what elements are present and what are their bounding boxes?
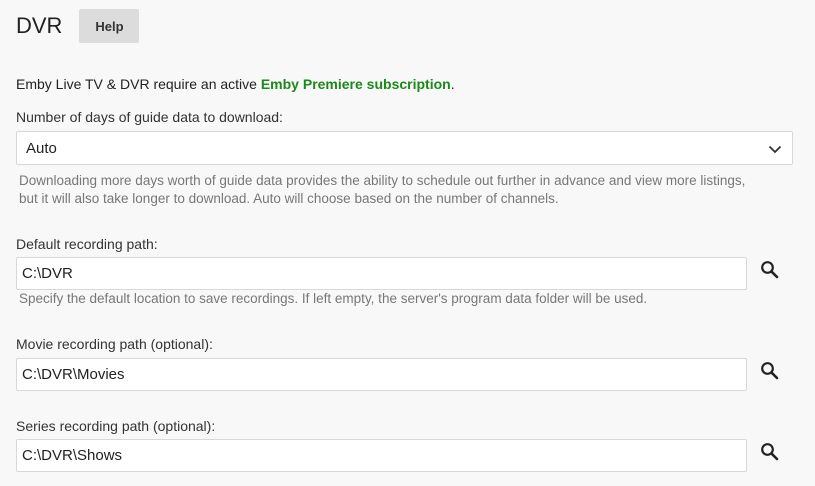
guide-days-select[interactable]: Auto	[16, 131, 793, 165]
chevron-down-icon	[768, 145, 782, 154]
series-path-browse-button[interactable]	[754, 436, 786, 468]
page-header: DVR Help	[16, 9, 140, 43]
page-title: DVR	[16, 13, 63, 38]
default-path-label: Default recording path:	[16, 236, 158, 252]
movie-path-label: Movie recording path (optional):	[16, 336, 213, 352]
guide-days-help-line2: but it will also take longer to download…	[19, 191, 559, 206]
guide-days-label: Number of days of guide data to download…	[16, 109, 283, 125]
premiere-subscription-link[interactable]: Emby Premiere subscription	[261, 76, 451, 92]
default-path-help: Specify the default location to save rec…	[19, 291, 648, 306]
premiere-notice-text: Emby Live TV & DVR require an active	[16, 76, 261, 92]
default-path-input[interactable]	[16, 257, 747, 290]
search-icon	[761, 443, 779, 461]
premiere-notice-suffix: .	[450, 76, 455, 92]
series-path-input[interactable]	[16, 439, 747, 472]
guide-days-help-line1: Downloading more days worth of guide dat…	[19, 173, 746, 188]
series-path-label: Series recording path (optional):	[16, 418, 216, 434]
movie-path-browse-button[interactable]	[754, 355, 786, 387]
search-icon	[761, 362, 779, 380]
dvr-settings-page: DVR Help Emby Live TV & DVR require an a…	[0, 0, 815, 486]
default-path-browse-button[interactable]	[754, 254, 786, 286]
premiere-notice: Emby Live TV & DVR require an active Emb…	[16, 76, 455, 92]
help-button[interactable]: Help	[79, 9, 140, 43]
movie-path-input[interactable]	[16, 358, 747, 391]
search-icon	[761, 261, 779, 279]
guide-days-selected-value: Auto	[26, 140, 57, 157]
